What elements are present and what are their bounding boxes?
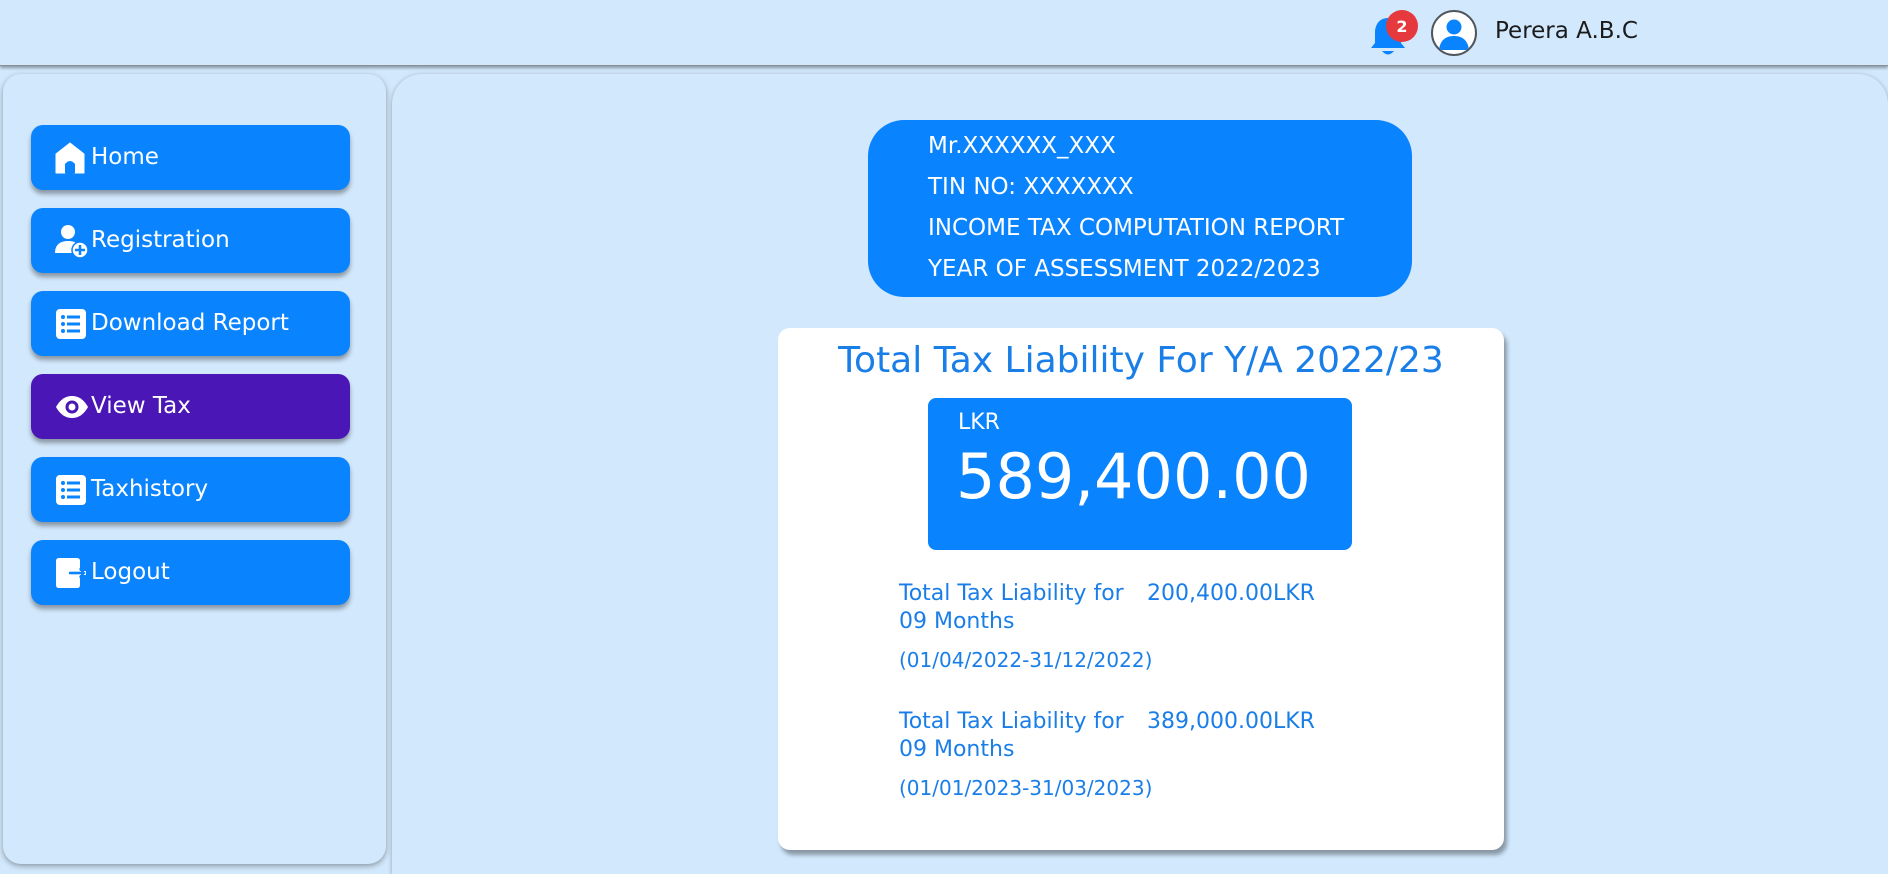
card-title: Total Tax Liability For Y/A 2022/23: [838, 340, 1444, 381]
tin-number: TIN NO: XXXXXXX: [928, 174, 1134, 200]
sidebar-item-download-report[interactable]: Download Report: [31, 291, 350, 356]
list-icon: [55, 473, 89, 507]
period-dates: (01/01/2023-31/03/2023): [899, 776, 1153, 800]
sidebar-item-label: Registration: [91, 227, 230, 253]
currency-label: LKR: [958, 410, 1000, 435]
sidebar: Home Registration Download Report View T…: [3, 74, 386, 864]
period-item: Total Tax Liability for 09 Months 389,00…: [899, 708, 1339, 800]
top-bar: 2 Perera A.B.C: [0, 0, 1888, 66]
report-header: Mr.XXXXXX_XXX TIN NO: XXXXXXX INCOME TAX…: [868, 120, 1412, 297]
sidebar-item-label: Logout: [91, 559, 170, 585]
sidebar-item-logout[interactable]: Logout: [31, 540, 350, 605]
period-item: Total Tax Liability for 09 Months 200,40…: [899, 580, 1339, 672]
sidebar-item-view-tax[interactable]: View Tax: [31, 374, 350, 439]
report-title: INCOME TAX COMPUTATION REPORT: [928, 215, 1345, 241]
notification-badge: 2: [1386, 10, 1418, 42]
period-amount: 389,000.00LKR: [1147, 709, 1315, 734]
list-icon: [55, 307, 89, 341]
period-label: Total Tax Liability for 09 Months: [899, 709, 1124, 762]
total-amount: 589,400.00: [956, 440, 1311, 513]
sidebar-item-home[interactable]: Home: [31, 125, 350, 190]
user-icon: [1439, 19, 1469, 50]
sidebar-item-label: Home: [91, 144, 159, 170]
avatar[interactable]: [1431, 10, 1477, 56]
period-dates: (01/04/2022-31/12/2022): [899, 648, 1153, 672]
add-user-icon: [55, 224, 89, 258]
sidebar-item-taxhistory[interactable]: Taxhistory: [31, 457, 350, 522]
logout-icon: [55, 556, 89, 590]
total-amount-box: LKR 589,400.00: [928, 398, 1352, 550]
sidebar-item-registration[interactable]: Registration: [31, 208, 350, 273]
taxpayer-name: Mr.XXXXXX_XXX: [928, 133, 1116, 159]
user-name[interactable]: Perera A.B.C: [1495, 16, 1638, 46]
sidebar-item-label: View Tax: [91, 393, 191, 419]
tax-liability-card: Total Tax Liability For Y/A 2022/23 LKR …: [778, 328, 1504, 850]
home-icon: [55, 141, 89, 175]
eye-icon: [55, 390, 89, 424]
assessment-year: YEAR OF ASSESSMENT 2022/2023: [928, 256, 1321, 282]
period-amount: 200,400.00LKR: [1147, 581, 1315, 606]
sidebar-item-label: Taxhistory: [91, 476, 209, 502]
period-label: Total Tax Liability for 09 Months: [899, 581, 1124, 634]
sidebar-item-label: Download Report: [91, 310, 289, 336]
